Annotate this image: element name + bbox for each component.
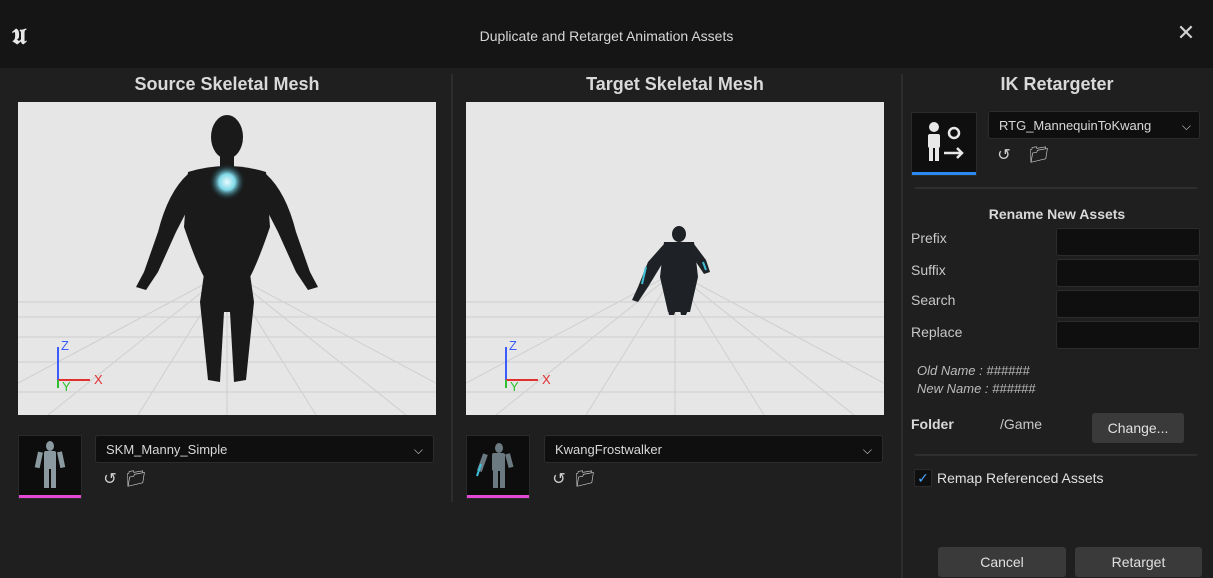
- retargeter-thumbnail[interactable]: [911, 112, 977, 176]
- axis-x-label: X: [542, 372, 551, 387]
- source-viewport[interactable]: Z X Y: [18, 102, 436, 415]
- axis-x-label: X: [94, 372, 103, 387]
- arrow-left-circle-icon[interactable]: ↺: [549, 470, 569, 490]
- source-mesh-value: SKM_Manny_Simple: [106, 442, 228, 457]
- close-icon[interactable]: ✕: [1173, 20, 1199, 46]
- cancel-button[interactable]: Cancel: [938, 547, 1066, 577]
- retarget-person-icon: [928, 122, 964, 161]
- suffix-input[interactable]: [1056, 259, 1200, 287]
- retargeter-accent-bar: [912, 172, 976, 175]
- prefix-label: Prefix: [911, 230, 947, 246]
- chevron-down-icon: ⌵: [413, 443, 423, 457]
- source-panel-title: Source Skeletal Mesh: [134, 74, 320, 94]
- source-mesh-dropdown[interactable]: SKM_Manny_Simple ⌵: [95, 435, 434, 463]
- source-mesh-thumbnail[interactable]: [18, 435, 82, 499]
- section-divider: [915, 187, 1197, 189]
- change-folder-button[interactable]: Change...: [1092, 413, 1184, 443]
- mannequin-thumbnail-icon: [34, 441, 66, 488]
- search-label: Search: [911, 292, 956, 308]
- thumbnail-accent-bar: [19, 495, 81, 498]
- panel-divider: [451, 74, 453, 502]
- remap-label: Remap Referenced Assets: [937, 470, 1104, 486]
- title-bar: 𝖀 Duplicate and Retarget Animation Asset…: [0, 0, 1213, 68]
- new-name-preview: New Name : ######: [917, 381, 1036, 396]
- browse-folder-icon[interactable]: 📁︎: [1029, 146, 1049, 166]
- remap-checkbox[interactable]: ✓: [914, 469, 932, 487]
- target-mesh-thumbnail[interactable]: [466, 435, 530, 499]
- arrow-left-circle-icon[interactable]: ↺: [994, 146, 1014, 166]
- axis-z-label: Z: [509, 338, 517, 353]
- section-divider: [915, 454, 1197, 456]
- chevron-down-icon: ⌵: [1181, 119, 1191, 133]
- prefix-input[interactable]: [1056, 228, 1200, 256]
- suffix-label: Suffix: [911, 262, 946, 278]
- axis-y-label: Y: [62, 379, 71, 394]
- old-name-preview: Old Name : ######: [917, 363, 1030, 378]
- axis-gizmo: Z X Y: [505, 338, 551, 394]
- target-mesh-dropdown[interactable]: KwangFrostwalker ⌵: [544, 435, 883, 463]
- axis-gizmo: Z X Y: [57, 338, 103, 394]
- retarget-button[interactable]: Retarget: [1075, 547, 1202, 577]
- retargeter-asset-value: RTG_MannequinToKwang: [999, 118, 1152, 133]
- browse-folder-icon[interactable]: 📁︎: [126, 470, 146, 490]
- folder-path: /Game: [1000, 416, 1043, 432]
- chevron-down-icon: ⌵: [862, 443, 872, 457]
- search-input[interactable]: [1056, 290, 1200, 318]
- arrow-left-circle-icon[interactable]: ↺: [100, 470, 120, 490]
- source-viewport-scene: Z X Y: [18, 115, 436, 415]
- browse-folder-icon[interactable]: 📁︎: [575, 470, 595, 490]
- replace-label: Replace: [911, 324, 963, 340]
- panel-divider: [901, 74, 903, 578]
- target-viewport-scene: Z X Y: [466, 226, 884, 415]
- target-mesh-value: KwangFrostwalker: [555, 442, 662, 457]
- target-viewport[interactable]: Z X Y: [466, 102, 884, 415]
- retargeter-panel-title: IK Retargeter: [1000, 74, 1114, 94]
- target-panel-title: Target Skeletal Mesh: [586, 74, 764, 94]
- axis-y-label: Y: [510, 379, 519, 394]
- thumbnail-accent-bar: [467, 495, 529, 498]
- kwang-thumbnail-icon: [476, 443, 514, 488]
- rename-section-header: Rename New Assets: [988, 206, 1126, 222]
- replace-input[interactable]: [1056, 321, 1200, 349]
- retargeter-asset-dropdown[interactable]: RTG_MannequinToKwang ⌵: [988, 111, 1200, 139]
- folder-label: Folder: [911, 416, 954, 432]
- window-title: Duplicate and Retarget Animation Assets: [479, 28, 734, 44]
- axis-z-label: Z: [61, 338, 69, 353]
